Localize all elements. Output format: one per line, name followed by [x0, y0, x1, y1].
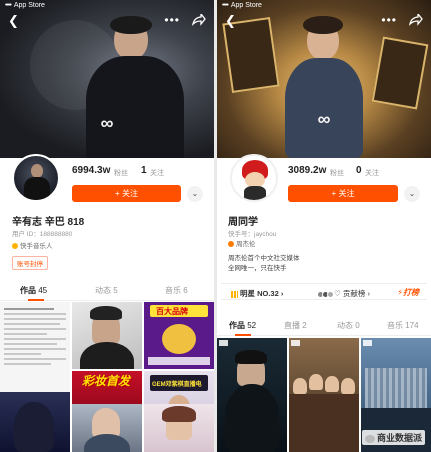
- video-thumbnail[interactable]: [289, 338, 359, 452]
- watermark: 商业数据派: [361, 430, 425, 445]
- avatar[interactable]: [230, 154, 278, 202]
- video-thumbnail[interactable]: [0, 392, 70, 452]
- kuaishou-logo-icon: ∞: [100, 113, 114, 133]
- content-tabs: 作品 52 直播 2 动态 0 音乐 174: [217, 318, 431, 336]
- rank-icon: [231, 290, 238, 298]
- verified-icon: [228, 241, 234, 248]
- tab-moments[interactable]: 动态 5: [95, 285, 118, 296]
- user-id: 用户 ID：188888880: [12, 231, 73, 238]
- active-tab-indicator: [28, 299, 44, 301]
- profile-panel-left: •••• App Store ❮ ••• ∞ 6994.3w 粉丝 1 关注 + …: [0, 0, 214, 452]
- follow-button[interactable]: + 关注: [72, 185, 181, 202]
- cover-person: [279, 16, 369, 158]
- following-count: 0: [356, 165, 362, 176]
- status-tag: 账号封停: [12, 256, 48, 270]
- status-bar: •••• App Store: [5, 2, 45, 9]
- followers-count: 3089.2w: [288, 165, 327, 176]
- chevron-down-icon[interactable]: ⌄: [187, 186, 203, 202]
- avatar[interactable]: [12, 154, 60, 202]
- profile-bio: 周杰伦首个中文社交媒体 全网唯一，只在快手: [228, 255, 300, 272]
- video-thumbnail[interactable]: [0, 302, 70, 392]
- tab-works[interactable]: 作品 52: [229, 320, 256, 331]
- profile-name: 周同学: [228, 217, 258, 228]
- profile-name: 辛有志 辛巴 818: [12, 217, 85, 228]
- star-rank[interactable]: 明星 NO.32 ›: [231, 288, 283, 299]
- followers-label: 粉丝: [330, 170, 344, 177]
- verified-icon: [12, 243, 18, 250]
- cover-person: [80, 16, 190, 158]
- status-bar: •••• App Store: [222, 2, 262, 9]
- more-icon[interactable]: •••: [381, 13, 397, 27]
- verification-badge: 周杰伦: [228, 238, 256, 248]
- following-count: 1: [141, 165, 147, 176]
- following-label: 关注: [365, 170, 379, 177]
- back-icon[interactable]: ❮: [225, 13, 236, 29]
- user-id: 快手号：jaychou: [228, 231, 277, 238]
- video-thumbnail[interactable]: [144, 404, 214, 452]
- kuaishou-logo-icon: ∞: [317, 109, 331, 129]
- video-thumbnail[interactable]: [72, 302, 142, 369]
- video-thumbnail[interactable]: [72, 404, 142, 452]
- tab-works[interactable]: 作品 45: [20, 285, 47, 296]
- profile-cover-image: •••• App Store ❮ ••• ∞: [0, 0, 214, 158]
- wechat-icon: [364, 434, 375, 443]
- video-thumbnail[interactable]: 百大品牌: [144, 302, 214, 369]
- follow-button[interactable]: + 关注: [288, 185, 398, 202]
- ranking-bar[interactable]: 明星 NO.32 › ♡ 贡献榜 › ⚡打榜: [221, 283, 427, 300]
- share-icon[interactable]: [409, 14, 423, 26]
- card-frame: [371, 36, 429, 110]
- followers-label: 粉丝: [114, 170, 128, 177]
- more-icon[interactable]: •••: [164, 13, 180, 27]
- share-icon[interactable]: [192, 14, 206, 26]
- hit-rank-button[interactable]: ⚡打榜: [397, 287, 419, 298]
- contribution-rank[interactable]: ♡ 贡献榜 ›: [317, 288, 370, 299]
- tab-music[interactable]: 音乐 6: [165, 285, 188, 296]
- back-icon[interactable]: ❮: [8, 13, 19, 29]
- profile-cover-image: •••• App Store ❮ ••• ∞: [217, 0, 431, 158]
- active-tab-indicator: [235, 334, 251, 336]
- following-label: 关注: [150, 170, 164, 177]
- tab-live[interactable]: 直播 2: [284, 320, 307, 331]
- video-thumbnail[interactable]: [217, 338, 287, 452]
- tab-music[interactable]: 音乐 174: [387, 320, 419, 331]
- chevron-down-icon[interactable]: ⌄: [404, 186, 420, 202]
- content-tabs: 作品 45 动态 5 音乐 6: [0, 283, 214, 301]
- followers-count: 6994.3w: [72, 165, 111, 176]
- video-thumbnail[interactable]: 彩妆首发: [72, 360, 142, 400]
- tab-moments[interactable]: 动态 0: [337, 320, 360, 331]
- verification-badge: 快手音乐人: [12, 240, 53, 250]
